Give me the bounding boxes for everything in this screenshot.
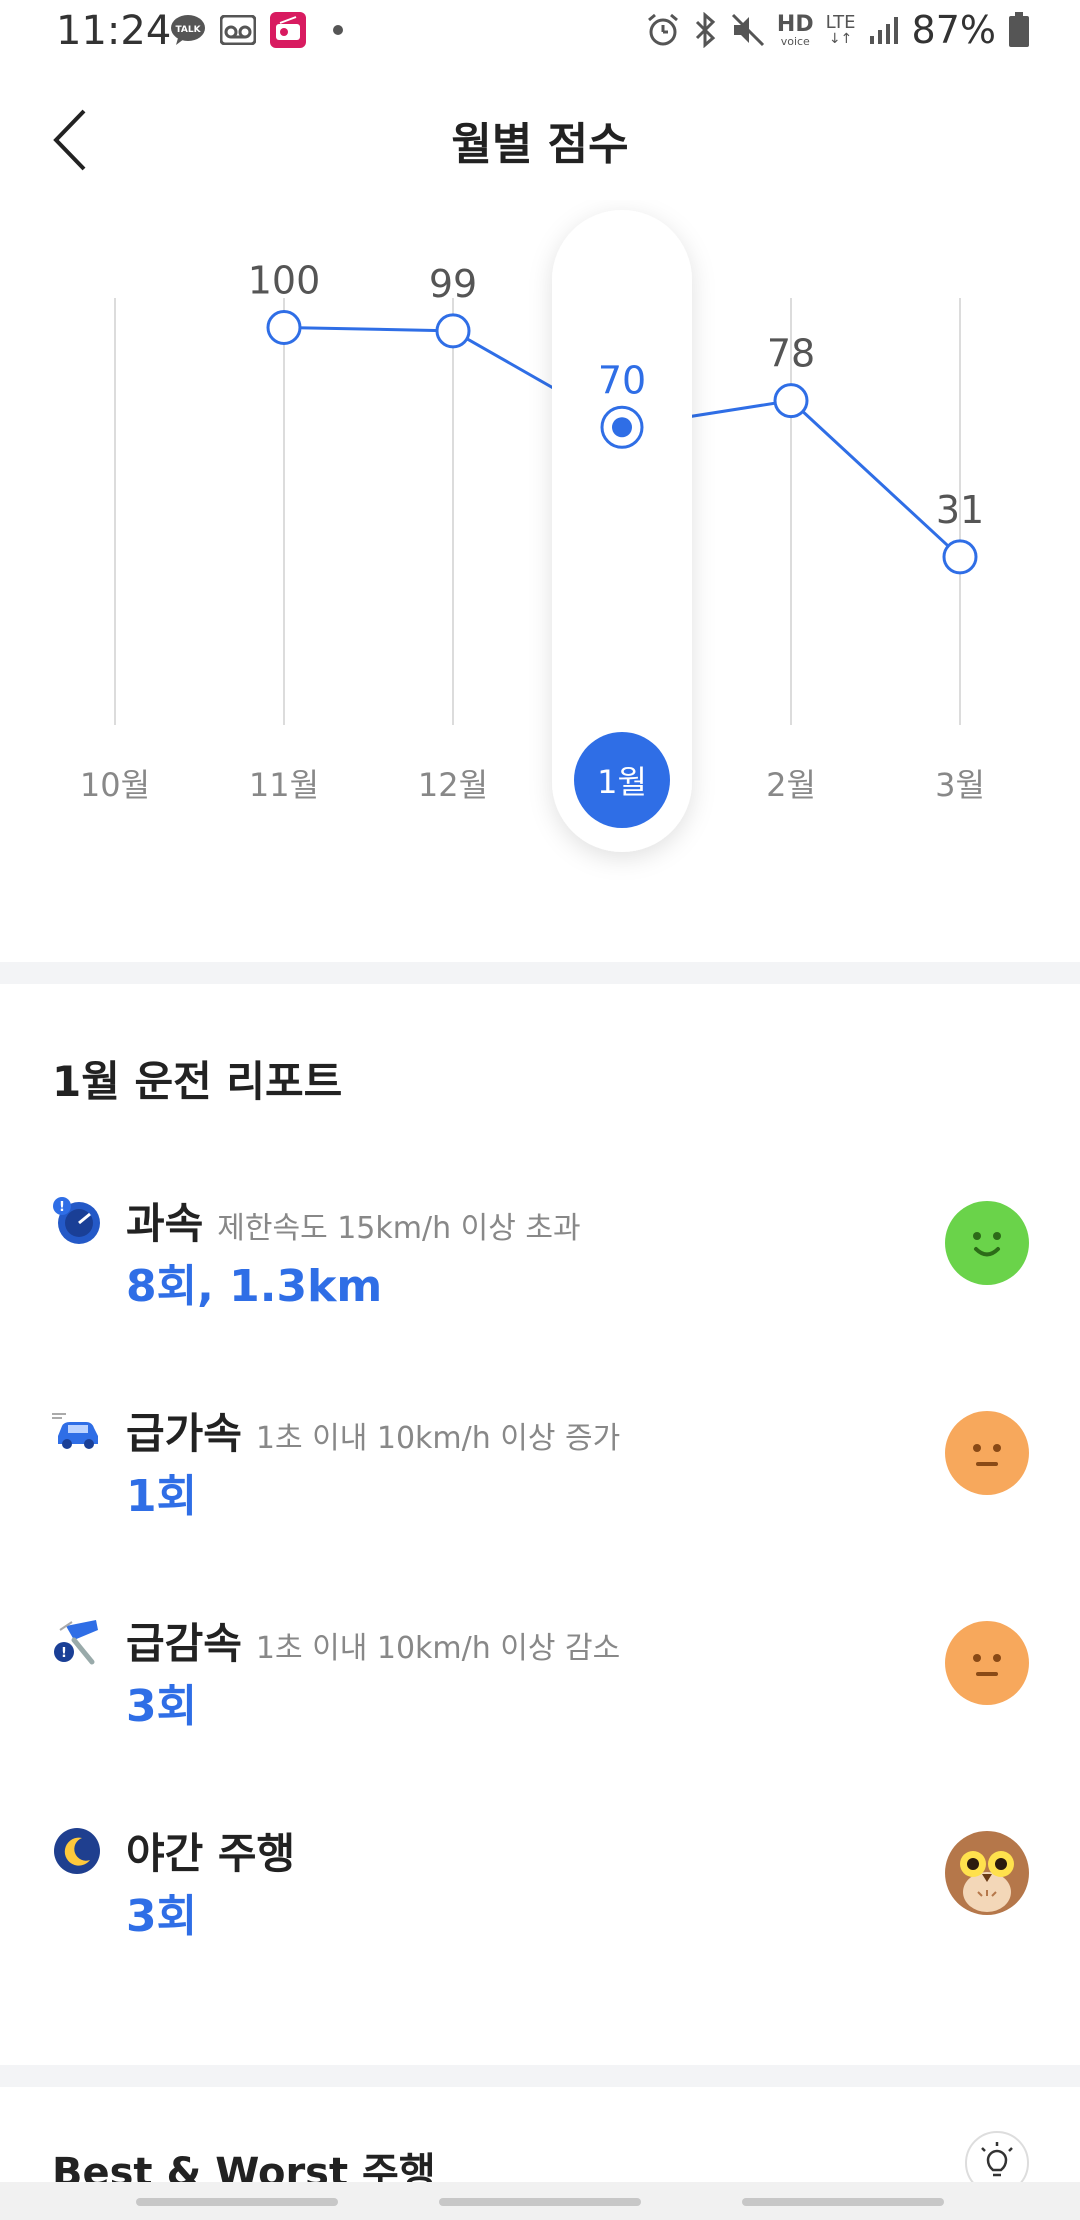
status-bar: 11:24 TALK HD voice LTE ↓↑ 87% [0,0,1080,66]
series-line-segment [789,399,962,559]
status-time: 11:24 [56,8,172,54]
mute-icon [731,13,764,47]
report-title: 1월 운전 리포트 [52,1057,343,1106]
report-item-name: 급가속 [126,1409,242,1458]
lte-icon: LTE ↓↑ [825,12,856,47]
signal-icon [869,17,898,44]
dot-icon [320,12,356,48]
report-item-desc: 1초 이내 10km/h 이상 증가 [255,1421,621,1456]
month-tab[interactable]: 2월 [731,760,851,806]
neutral-face-icon [945,1621,1029,1705]
battery-icon [1009,12,1029,47]
svg-text:TALK: TALK [175,25,201,35]
report-item-count: 1회 [126,1471,198,1522]
brake-icon: ! [54,1620,98,1665]
lte-label: LTE [825,12,856,33]
speedometer-icon: ! [53,1197,100,1244]
report-item-title: 급가속 1초 이내 10km/h 이상 증가 [126,1400,620,1461]
data-label: 100 [248,259,321,303]
report-item-title: 야간 주행 [126,1820,295,1881]
happy-face-icon [945,1201,1029,1285]
report-item-count: 3회 [126,1681,198,1732]
neutral-face-icon [945,1411,1029,1495]
svg-text:!: ! [61,1646,67,1661]
nav-recent-button[interactable] [136,2198,338,2206]
report-item-speeding[interactable]: ! 과속 제한속도 15km/h 이상 초과 8회, 1.3km [0,1190,1080,1340]
report-item-name: 야간 주행 [126,1829,296,1878]
nav-home-button[interactable] [439,2198,641,2206]
monthly-score-chart: 100 99 70 78 31 10월 11월 12월 1월 2월 3월 [0,200,1080,880]
report-item-name: 과속 [126,1199,204,1248]
report-item-night-driving[interactable]: 야간 주행 3회 [0,1820,1080,1970]
page-title: 월별 점수 [451,119,629,170]
data-label: 70 [598,358,646,402]
data-label: 78 [767,332,815,376]
report-item-desc: 1초 이내 10km/h 이상 감소 [255,1631,621,1666]
report-item-count: 8회, 1.3km [126,1261,383,1312]
report-item-rapid-acceleration[interactable]: 급가속 1초 이내 10km/h 이상 증가 1회 [0,1400,1080,1550]
data-point[interactable] [435,313,471,349]
month-tab[interactable]: 3월 [900,760,1020,806]
battery-percent: 87% [911,8,996,52]
hd-voice-icon: HD voice [776,11,814,48]
voicemail-icon [220,12,256,48]
report-item-title: 과속 제한속도 15km/h 이상 초과 [126,1190,581,1251]
svg-text:!: ! [59,1200,65,1215]
section-divider [0,2065,1080,2087]
system-icons: HD voice LTE ↓↑ 87% [645,8,1030,52]
notification-icons: TALK [170,12,356,48]
voice-label: voice [780,34,810,48]
data-point-selected-dot [612,417,632,438]
hd-label: HD [776,11,814,37]
bluetooth-icon [695,12,716,48]
data-point[interactable] [773,383,809,419]
series-line-segment [283,326,454,333]
data-point[interactable] [266,310,302,345]
moon-icon [54,1828,100,1874]
radio-icon [270,12,306,48]
month-tab-selected[interactable]: 1월 [574,732,670,828]
month-tab[interactable]: 10월 [55,760,175,806]
data-label: 31 [936,488,984,532]
section-divider [0,962,1080,984]
month-tab[interactable]: 12월 [393,760,513,806]
data-point[interactable] [942,539,978,575]
report-item-count: 3회 [126,1891,198,1942]
month-tab[interactable]: 11월 [224,760,344,806]
report-item-desc: 제한속도 15km/h 이상 초과 [217,1211,581,1246]
data-label: 99 [429,262,477,306]
header: 월별 점수 [0,80,1080,190]
navigation-bar [0,2182,1080,2220]
alarm-icon [647,13,678,46]
car-accelerate-icon [52,1413,98,1449]
nav-back-button[interactable] [742,2198,944,2206]
owl-icon [945,1831,1029,1915]
talk-icon: TALK [170,12,206,48]
report-item-rapid-deceleration[interactable]: ! 급감속 1초 이내 10km/h 이상 감소 3회 [0,1610,1080,1760]
report-item-title: 급감속 1초 이내 10km/h 이상 감소 [126,1610,620,1671]
report-item-name: 급감속 [126,1619,242,1668]
